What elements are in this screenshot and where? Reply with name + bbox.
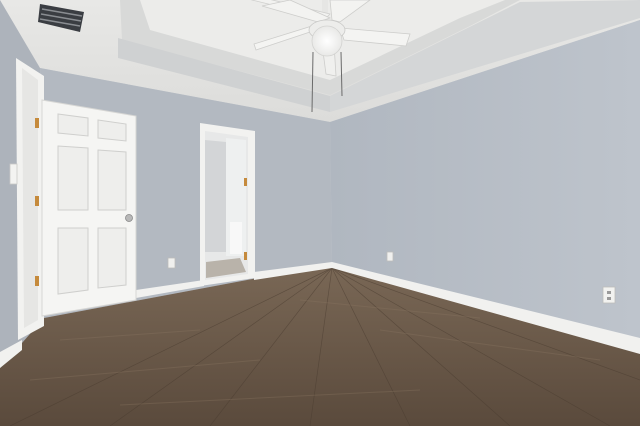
hinge-icon bbox=[35, 118, 39, 128]
fan-light-icon bbox=[311, 25, 343, 57]
hinge-icon bbox=[244, 252, 247, 260]
room-scene bbox=[0, 0, 640, 426]
light-switch[interactable] bbox=[9, 163, 18, 185]
room-illustration bbox=[0, 0, 640, 426]
bathroom-doorway[interactable] bbox=[200, 123, 255, 286]
entry-door-frame bbox=[16, 58, 44, 340]
hinge-icon bbox=[35, 196, 39, 206]
outlet-icon bbox=[167, 257, 176, 269]
panel-door[interactable] bbox=[41, 99, 137, 317]
door-knob-icon[interactable] bbox=[125, 214, 133, 222]
bathtub-edge bbox=[230, 222, 242, 254]
hinge-icon bbox=[35, 276, 39, 286]
outlet-icon bbox=[386, 251, 394, 262]
outlet-icon bbox=[602, 286, 616, 304]
hinge-icon bbox=[244, 178, 247, 186]
